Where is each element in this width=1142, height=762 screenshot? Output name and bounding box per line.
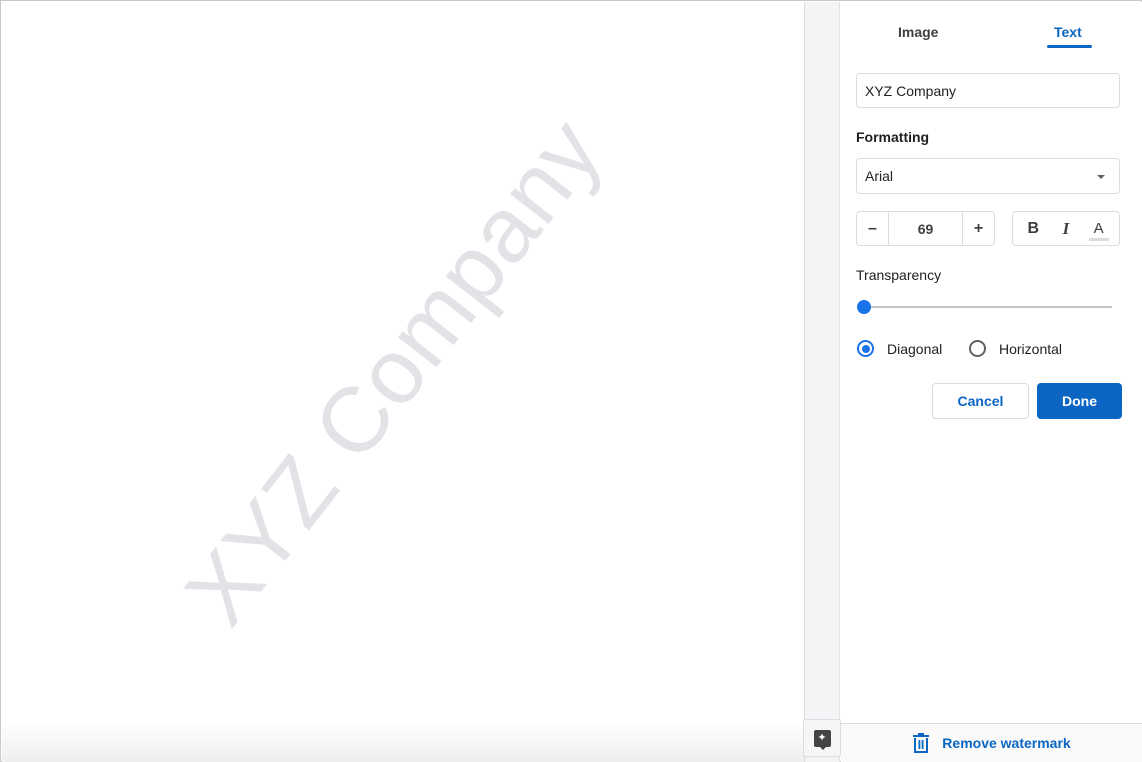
explore-icon bbox=[813, 729, 831, 750]
transparency-label: Transparency bbox=[856, 267, 942, 283]
tab-text[interactable]: Text bbox=[1054, 24, 1082, 40]
font-dropdown[interactable]: Arial bbox=[856, 158, 1120, 194]
diagonal-radio[interactable] bbox=[857, 340, 874, 357]
increase-font-size-button[interactable]: + bbox=[963, 212, 994, 245]
document-page: XYZ Company bbox=[2, 2, 804, 762]
transparency-slider[interactable] bbox=[856, 299, 1114, 315]
window: XYZ Company Image Text Formatting Arial … bbox=[0, 0, 1142, 762]
active-tab-indicator bbox=[1047, 45, 1092, 48]
diagonal-label: Diagonal bbox=[887, 340, 943, 357]
explore-button[interactable] bbox=[803, 719, 841, 757]
cancel-button[interactable]: Cancel bbox=[932, 383, 1029, 419]
decrease-font-size-button[interactable]: – bbox=[857, 212, 888, 245]
formatting-label: Formatting bbox=[856, 129, 930, 145]
chevron-down-icon bbox=[1097, 175, 1105, 179]
bold-button[interactable]: B bbox=[1018, 214, 1048, 244]
remove-watermark-button[interactable]: Remove watermark bbox=[841, 723, 1142, 762]
watermark-panel: Image Text Formatting Arial – 69 + B I A… bbox=[841, 2, 1142, 762]
tab-bar: Image Text bbox=[841, 2, 1142, 52]
diagonal-option[interactable]: Diagonal bbox=[857, 340, 942, 357]
side-gutter bbox=[804, 2, 840, 762]
watermark-text-input[interactable] bbox=[856, 73, 1120, 108]
done-button[interactable]: Done bbox=[1037, 383, 1122, 419]
font-size-stepper: – 69 + bbox=[856, 211, 995, 246]
text-color-icon: A bbox=[1093, 220, 1104, 237]
horizontal-option[interactable]: Horizontal bbox=[969, 340, 1062, 357]
text-style-group: B I A bbox=[1012, 211, 1120, 246]
text-color-button[interactable]: A bbox=[1084, 214, 1114, 244]
italic-button[interactable]: I bbox=[1051, 214, 1081, 244]
slider-track bbox=[862, 306, 1112, 308]
font-size-value[interactable]: 69 bbox=[888, 212, 963, 245]
horizontal-label: Horizontal bbox=[999, 340, 1063, 357]
trash-icon bbox=[913, 733, 930, 753]
font-value: Arial bbox=[865, 168, 894, 184]
slider-thumb[interactable] bbox=[857, 300, 871, 314]
remove-watermark-label: Remove watermark bbox=[942, 735, 1071, 751]
text-color-swatch bbox=[1088, 237, 1109, 241]
page-bottom-shade bbox=[2, 722, 804, 762]
horizontal-radio[interactable] bbox=[969, 340, 986, 357]
tab-image[interactable]: Image bbox=[898, 24, 938, 40]
watermark-text: XYZ Company bbox=[165, 100, 622, 644]
